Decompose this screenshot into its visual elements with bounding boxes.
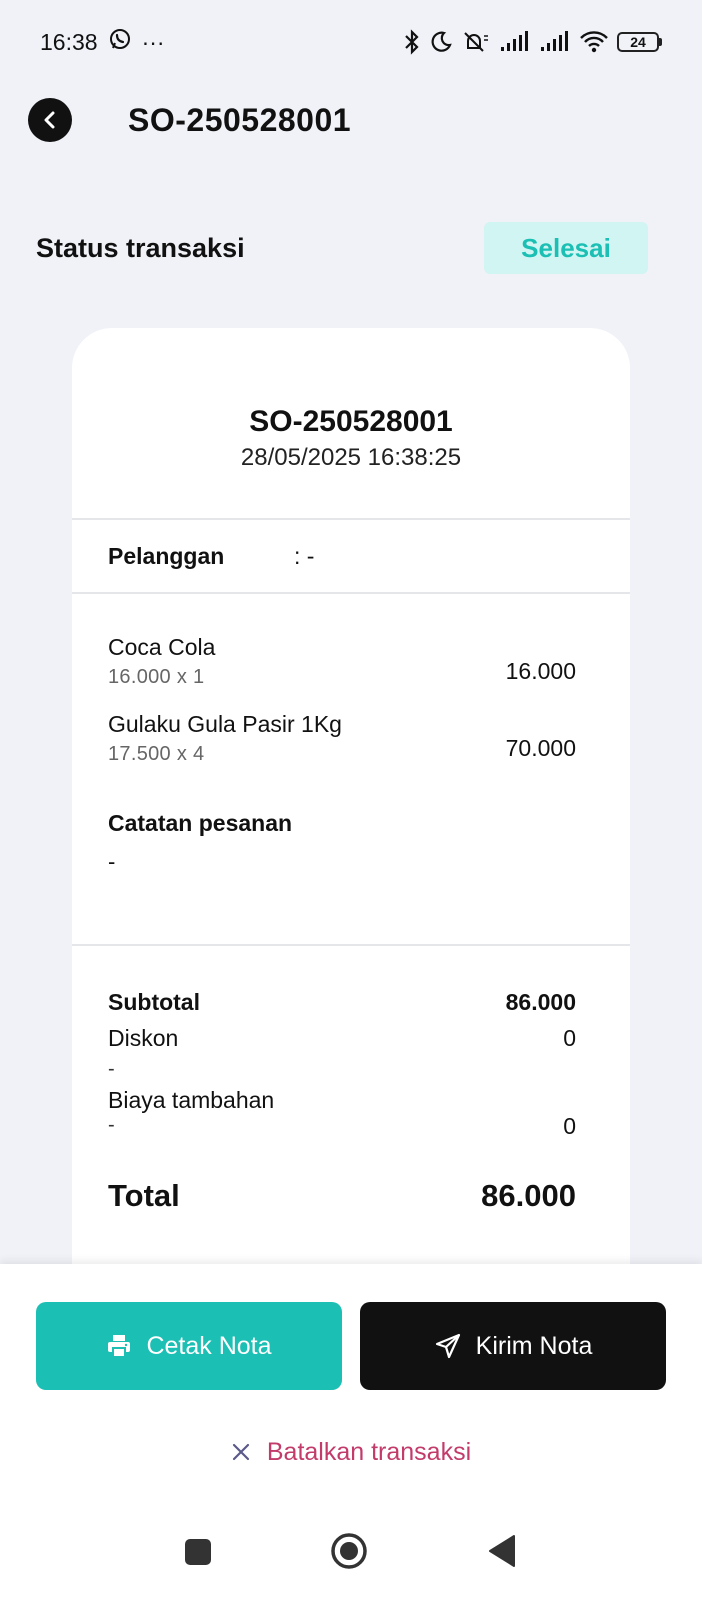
back-button[interactable] — [28, 98, 72, 142]
clock: 16:38 — [40, 28, 98, 55]
system-nav-bar — [0, 1520, 702, 1600]
status-bar: 16:38 ··· 24 — [0, 0, 702, 84]
subtotal-label: Subtotal — [108, 989, 200, 1015]
item-total: 70.000 — [505, 735, 576, 761]
list-item: Coca Cola 16.000 x 1 16.000 — [108, 632, 576, 689]
app-header: SO-250528001 — [0, 84, 702, 184]
cancel-transaction-label: Batalkan transaksi — [266, 1437, 472, 1466]
back-nav-button[interactable] — [488, 1534, 516, 1573]
bluetooth-icon — [403, 29, 421, 55]
bell-off-icon — [461, 30, 491, 54]
total-label: Total — [108, 1178, 180, 1213]
discount-row: Diskon 0 — [108, 1022, 576, 1054]
square-icon — [185, 1539, 211, 1565]
page-title: SO-250528001 — [128, 102, 352, 138]
chevron-left-icon — [44, 111, 55, 129]
triangle-back-icon — [489, 1535, 515, 1567]
item-name: Gulaku Gula Pasir 1Kg — [108, 711, 342, 737]
home-button[interactable] — [330, 1532, 368, 1575]
customer-label: Pelanggan — [108, 542, 225, 569]
receipt-header: SO-250528001 28/05/2025 16:38:25 — [72, 328, 630, 518]
battery-tip — [659, 38, 662, 46]
item-qty: 1 — [193, 666, 205, 688]
total-row: Total 86.000 — [108, 1178, 576, 1214]
print-receipt-label: Cetak Nota — [146, 1331, 272, 1360]
send-icon — [435, 1333, 460, 1359]
receipt-card: SO-250528001 28/05/2025 16:38:25 Pelangg… — [72, 328, 630, 1268]
item-total: 16.000 — [505, 658, 576, 684]
notes-label: Catatan pesanan — [108, 810, 293, 836]
signal-icon — [539, 31, 571, 53]
discount-note: - — [108, 1058, 115, 1080]
whatsapp-icon — [108, 27, 132, 57]
battery-level: 24 — [617, 32, 659, 52]
battery-icon: 24 — [617, 32, 662, 52]
status-bar-left: 16:38 ··· — [40, 27, 165, 57]
close-icon — [232, 1443, 249, 1461]
send-receipt-button[interactable]: Kirim Nota — [360, 1302, 666, 1390]
summary-section: Subtotal 86.000 Diskon 0 - Biaya tambaha… — [72, 946, 630, 1214]
extra-fee-value: 0 — [563, 1113, 576, 1139]
home-circle-icon — [331, 1533, 367, 1569]
status-label: Status transaksi — [36, 232, 245, 263]
order-notes: Catatan pesanan - — [108, 810, 576, 875]
receipt-number: SO-250528001 — [249, 405, 453, 438]
moon-icon — [429, 30, 453, 54]
subtotal-row: Subtotal 86.000 — [108, 986, 576, 1018]
subtotal-value: 86.000 — [505, 989, 576, 1015]
printer-icon — [108, 1335, 131, 1358]
more-notifications-icon: ··· — [141, 28, 165, 55]
item-price: 16.000 — [108, 666, 171, 688]
item-price-qty: 16.000 x 1 — [108, 666, 215, 689]
cancel-transaction-button[interactable]: Batalkan transaksi — [0, 1432, 702, 1472]
status-badge: Selesai — [484, 222, 648, 274]
send-receipt-label: Kirim Nota — [475, 1331, 593, 1360]
item-price-qty: 17.500 x 4 — [108, 743, 342, 766]
discount-label: Diskon — [108, 1025, 179, 1051]
item-qty: 4 — [193, 743, 205, 765]
item-price: 17.500 — [108, 743, 171, 765]
customer-value: : - — [294, 542, 315, 569]
item-name: Coca Cola — [108, 634, 216, 660]
list-item: Gulaku Gula Pasir 1Kg 17.500 x 4 70.000 — [108, 709, 576, 766]
item-times: x — [176, 666, 188, 688]
extra-fee-label: Biaya tambahan — [108, 1087, 275, 1113]
item-list: Coca Cola 16.000 x 1 16.000 Gulaku Gula … — [72, 594, 630, 944]
wifi-icon — [579, 31, 609, 53]
transaction-status-row: Status transaksi Selesai — [36, 222, 648, 274]
status-bar-right: 24 — [403, 29, 662, 55]
discount-value: 0 — [563, 1025, 576, 1051]
print-receipt-button[interactable]: Cetak Nota — [36, 1302, 342, 1390]
item-times: x — [176, 743, 188, 765]
recent-apps-button[interactable] — [184, 1538, 212, 1571]
signal-icon — [499, 31, 531, 53]
total-value: 86.000 — [481, 1178, 576, 1213]
receipt-date: 28/05/2025 16:38:25 — [240, 444, 462, 471]
notes-value: - — [108, 849, 116, 874]
customer-row: Pelanggan : - — [72, 520, 630, 592]
